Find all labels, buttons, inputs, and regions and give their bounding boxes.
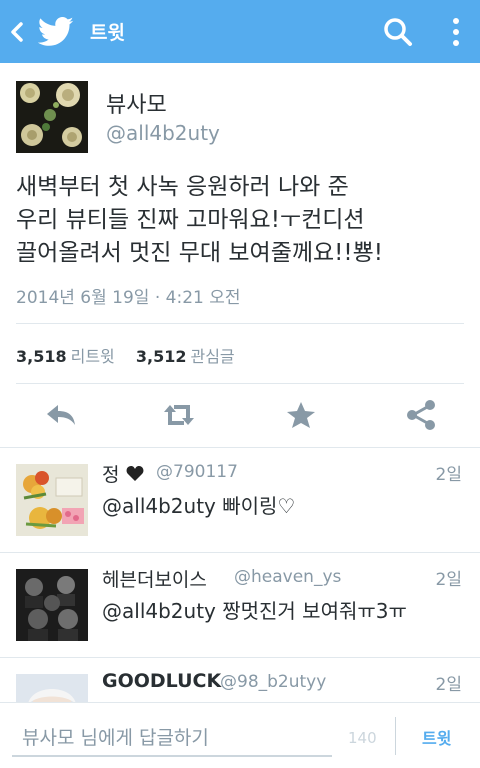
favorite-label[interactable]: 관심글 [190,347,234,366]
tweet-author-handle[interactable]: @all4b2uty [106,121,220,145]
reply-item[interactable]: 헤븐더보이스 @heaven_ys 2일 @all4b2uty 짱멋진거 보여줘… [0,553,480,657]
retweet-count[interactable]: 3,518 [16,347,67,366]
reply-author-handle[interactable]: @heaven_ys [234,567,341,587]
character-count: 140 [348,729,377,747]
reply-author-handle[interactable]: @98_b2utyy [220,672,326,692]
reply-time: 2일 [435,465,462,485]
tweet-button[interactable]: 트윗 [422,725,451,749]
twitter-bird-icon[interactable] [38,16,74,48]
tweet-text-line: 우리 뷰티들 진짜 고마워요!ㅜ컨디션 [16,207,365,233]
reply-item[interactable]: 정 @790117 2일 @all4b2uty 빠이링♡ [0,448,480,552]
favorite-count[interactable]: 3,512 [136,347,187,366]
reply-author-name[interactable]: 헤븐더보이스 [102,565,207,592]
back-icon[interactable] [8,18,26,46]
reply-name-text: 정 [102,464,120,486]
tweet-stats: 3,518 리트윗 3,512 관심글 [16,343,251,367]
reply-author-handle[interactable]: @790117 [156,462,238,482]
reply-time: 2일 [435,675,462,695]
share-icon[interactable] [404,399,438,431]
divider [16,383,464,384]
search-icon[interactable] [382,16,414,48]
heart-icon [126,466,143,481]
tweet-text: 새벽부터 첫 사녹 응원하러 나와 준 우리 뷰티들 진짜 고마워요!ㅜ컨디션 … [16,171,466,270]
avatar[interactable] [16,81,88,153]
divider [395,717,396,755]
reply-author-name[interactable]: GOODLUCK [102,670,221,692]
tweet-text-line: 끌어올려서 멋진 무대 보여줄께요!!뿅! [16,240,383,266]
reply-text: @all4b2uty 빠이링♡ [102,494,296,518]
app-bar: 트윗 [0,0,480,63]
reply-author-name[interactable]: 정 [102,460,144,487]
retweet-label[interactable]: 리트윗 [71,347,115,366]
reply-icon[interactable] [44,399,78,431]
tweet-timestamp: 2014년 6월 19일 · 4:21 오전 [16,288,241,308]
favorite-icon[interactable] [284,399,318,431]
page-title: 트윗 [90,22,125,44]
reply-avatar[interactable] [16,464,88,536]
reply-avatar[interactable] [16,569,88,641]
tweet-author-name[interactable]: 뷰사모 [106,87,167,119]
retweet-icon[interactable] [162,399,196,431]
tweet-text-line: 새벽부터 첫 사녹 응원하러 나와 준 [16,174,349,200]
reply-text: @all4b2uty 짱멋진거 보여줘ㅠ3ㅠ [102,599,407,623]
more-vert-icon[interactable] [446,14,466,50]
reply-time: 2일 [435,570,462,590]
reply-composer: 뷰사모 님에게 답글하기 140 트윗 [0,702,480,768]
reply-input[interactable]: 뷰사모 님에게 답글하기 [12,723,332,757]
tweet-actions [0,387,480,445]
divider [16,323,464,324]
